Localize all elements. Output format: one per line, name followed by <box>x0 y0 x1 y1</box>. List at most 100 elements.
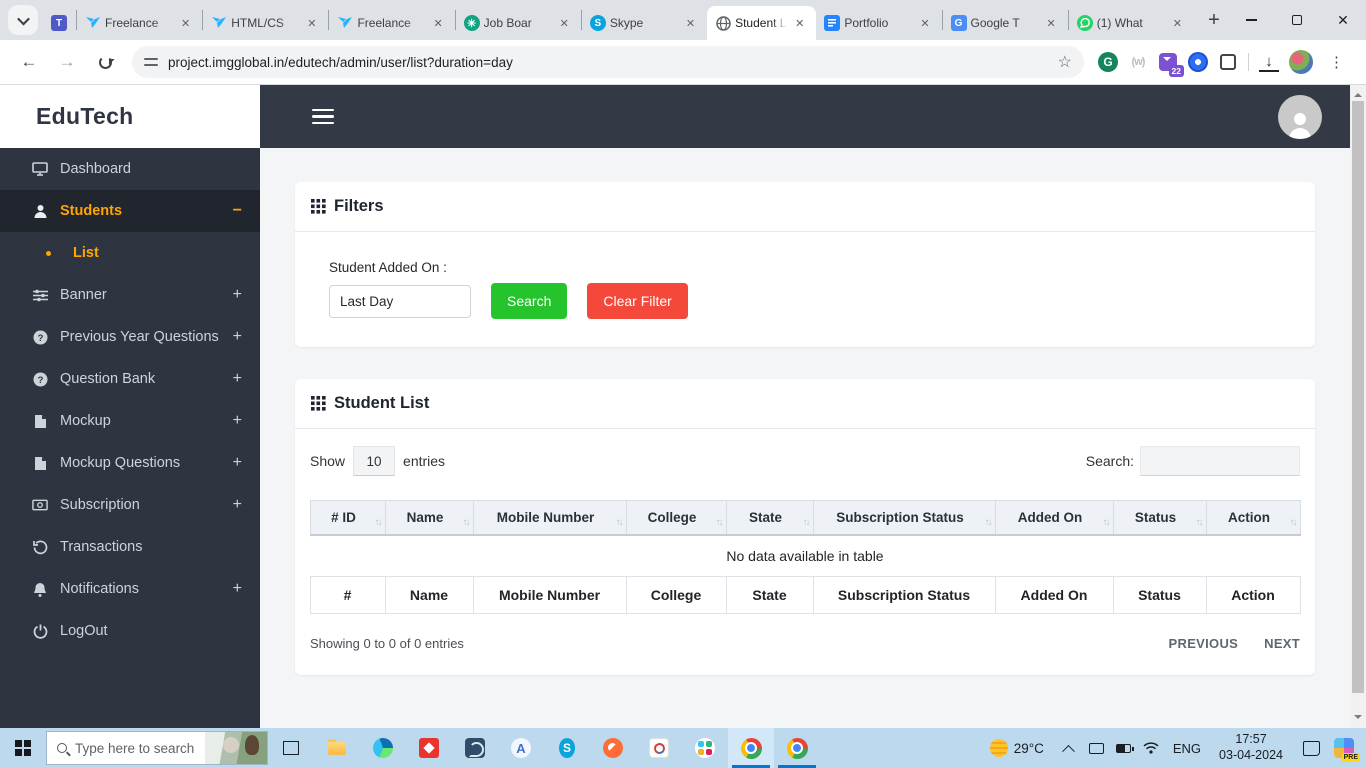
search-button[interactable]: Search <box>491 283 568 319</box>
column-header-name[interactable]: Name ↑↓ <box>384 500 474 536</box>
skype-app-button[interactable]: S <box>544 728 590 768</box>
browser-profile-avatar[interactable] <box>1289 50 1313 74</box>
reload-button[interactable] <box>90 47 120 77</box>
chrome-button-2[interactable] <box>774 728 820 768</box>
expand-icon[interactable]: + <box>233 496 242 514</box>
taskbar-search[interactable]: Type here to search <box>46 731 268 765</box>
browser-menu-icon[interactable]: ⋮ <box>1323 53 1350 71</box>
wifi-tray-button[interactable] <box>1143 742 1159 754</box>
sidebar-item-students[interactable]: Students − <box>0 190 260 232</box>
close-icon[interactable]: ✕ <box>556 15 573 32</box>
search-highlight-image[interactable] <box>205 732 267 764</box>
sidebar-item-mockup-questions[interactable]: Mockup Questions + <box>0 442 260 484</box>
table-search-input[interactable] <box>1140 446 1300 476</box>
scroll-down-arrow-icon[interactable] <box>1354 715 1362 723</box>
duration-select[interactable] <box>329 284 471 318</box>
sidebar-item-previous-year-questions[interactable]: ? Previous Year Questions + <box>0 316 260 358</box>
extensions-puzzle-icon[interactable] <box>1218 52 1238 72</box>
red-app-button[interactable] <box>406 728 452 768</box>
extension-badge-icon[interactable]: 22 <box>1158 52 1184 77</box>
sidebar-item-banner[interactable]: Banner + <box>0 274 260 316</box>
sidebar-item-list[interactable]: List <box>0 232 260 274</box>
close-icon[interactable]: ✕ <box>177 15 194 32</box>
cast-tray-button[interactable] <box>1088 742 1104 754</box>
battery-tray-button[interactable] <box>1115 743 1134 753</box>
sidebar-item-notifications[interactable]: Notifications + <box>0 568 260 610</box>
scrollbar-thumb[interactable] <box>1352 101 1364 693</box>
sidebar-item-transactions[interactable]: Transactions <box>0 526 260 568</box>
tab-search-button[interactable] <box>8 5 38 35</box>
close-icon[interactable]: ✕ <box>916 15 933 32</box>
chrome-button-active[interactable] <box>728 728 774 768</box>
tab-whatsapp[interactable]: (1) What ✕ <box>1069 6 1194 40</box>
wayback-icon[interactable]: (w) <box>1128 52 1148 72</box>
close-icon[interactable]: ✕ <box>303 15 320 32</box>
slack-button[interactable] <box>682 728 728 768</box>
page-scrollbar[interactable] <box>1350 85 1366 728</box>
expand-icon[interactable]: + <box>233 286 242 304</box>
tab-job-board[interactable]: ✳ Job Boar ✕ <box>456 6 581 40</box>
start-button[interactable] <box>0 728 46 768</box>
expand-icon[interactable]: + <box>233 412 242 430</box>
scroll-up-arrow-icon[interactable] <box>1354 89 1362 97</box>
weather-widget[interactable]: 29°C <box>980 739 1054 757</box>
expand-icon[interactable]: + <box>233 370 242 388</box>
tab-htmlcs[interactable]: HTML/CS ✕ <box>203 6 328 40</box>
column-header-id[interactable]: # ID ↑↓ <box>309 500 386 536</box>
column-header-added-on[interactable]: Added On ↑↓ <box>994 500 1114 536</box>
close-window-button[interactable]: ✕ <box>1320 0 1366 40</box>
column-header-subscription-status[interactable]: Subscription Status ↑↓ <box>812 500 996 536</box>
user-avatar[interactable] <box>1278 94 1322 139</box>
url-text[interactable]: project.imgglobal.in/edutech/admin/user/… <box>168 55 1058 70</box>
minimize-button[interactable] <box>1228 0 1274 40</box>
tab-teams-pinned[interactable]: T <box>42 6 76 40</box>
blue-extension-icon[interactable] <box>1188 52 1208 72</box>
tab-freelancer-1[interactable]: Freelance ✕ <box>77 6 202 40</box>
file-explorer-button[interactable] <box>314 728 360 768</box>
forward-button[interactable]: → <box>52 47 82 77</box>
close-icon[interactable]: ✕ <box>429 15 446 32</box>
downloads-icon[interactable]: ↓ <box>1259 52 1279 72</box>
entries-select[interactable] <box>353 446 396 476</box>
column-header-mobile[interactable]: Mobile Number ↑↓ <box>472 500 627 536</box>
grammarly-icon[interactable]: G <box>1098 52 1118 72</box>
column-header-action[interactable]: Action ↑↓ <box>1205 500 1301 536</box>
new-tab-button[interactable]: + <box>1200 6 1228 34</box>
address-bar[interactable]: project.imgglobal.in/edutech/admin/user/… <box>132 46 1084 78</box>
column-header-college[interactable]: College ↑↓ <box>625 500 727 536</box>
a-app-button[interactable]: A <box>498 728 544 768</box>
close-icon[interactable]: ✕ <box>1169 15 1186 32</box>
next-page-button[interactable]: NEXT <box>1264 636 1300 651</box>
tray-expand-icon[interactable] <box>1062 744 1075 758</box>
tab-portfolio[interactable]: Portfolio ✕ <box>816 6 941 40</box>
expand-icon[interactable]: + <box>233 580 242 598</box>
language-indicator[interactable]: ENG <box>1173 741 1201 756</box>
column-header-status[interactable]: Status ↑↓ <box>1112 500 1207 536</box>
tab-student-active[interactable]: Student L ✕ <box>707 6 817 40</box>
copilot-icon[interactable]: PRE <box>1334 738 1360 762</box>
notification-center-icon[interactable] <box>1303 740 1320 756</box>
sidebar-item-dashboard[interactable]: Dashboard <box>0 148 260 190</box>
snipping-tool-button[interactable] <box>636 728 682 768</box>
sidebar-item-subscription[interactable]: Subscription + <box>0 484 260 526</box>
close-icon[interactable]: ✕ <box>682 15 699 32</box>
postman-button[interactable] <box>590 728 636 768</box>
close-icon[interactable]: ✕ <box>791 15 808 32</box>
collapse-icon[interactable]: − <box>233 202 242 220</box>
hamburger-menu-icon[interactable] <box>312 105 334 129</box>
tab-skype[interactable]: S Skype ✕ <box>582 6 707 40</box>
pgadmin-button[interactable] <box>452 728 498 768</box>
task-view-button[interactable] <box>268 728 314 768</box>
previous-page-button[interactable]: PREVIOUS <box>1169 636 1239 651</box>
expand-icon[interactable]: + <box>233 454 242 472</box>
sidebar-item-logout[interactable]: LogOut <box>0 610 260 652</box>
edge-button[interactable] <box>360 728 406 768</box>
sidebar-item-question-bank[interactable]: ? Question Bank + <box>0 358 260 400</box>
site-settings-icon[interactable] <box>144 56 158 68</box>
back-button[interactable]: ← <box>14 47 44 77</box>
clear-filter-button[interactable]: Clear Filter <box>587 283 688 319</box>
clock[interactable]: 17:57 03-04-2024 <box>1219 732 1283 763</box>
bookmark-star-icon[interactable]: ☆ <box>1058 52 1072 72</box>
maximize-button[interactable] <box>1274 0 1320 40</box>
column-header-state[interactable]: State ↑↓ <box>725 500 814 536</box>
